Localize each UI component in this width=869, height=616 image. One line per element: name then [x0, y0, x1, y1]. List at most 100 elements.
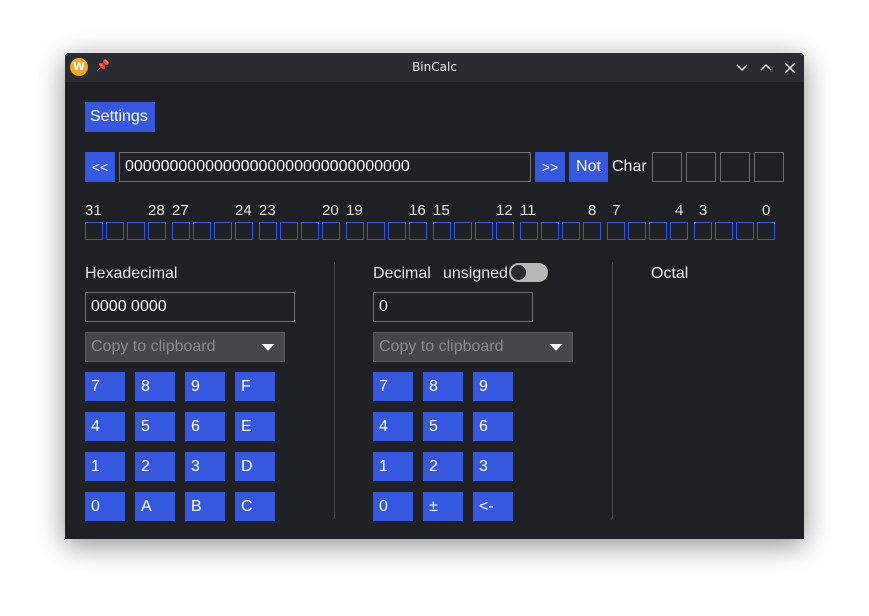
hex-key-r1c0[interactable]: 4 [85, 412, 125, 441]
title-bar: W 📌 BinCalc [65, 53, 804, 82]
unsigned-toggle[interactable] [509, 263, 548, 282]
not-button[interactable]: Not [569, 152, 608, 182]
dec-key-r0c0[interactable]: 7 [373, 372, 413, 401]
hex-key-r3c2[interactable]: B [185, 492, 225, 521]
char-field-4[interactable] [754, 152, 784, 182]
char-label: Char [612, 158, 647, 175]
bit-label-3: 3 [699, 202, 708, 219]
bit-label-20: 20 [322, 202, 339, 219]
dec-key-r1c0[interactable]: 4 [373, 412, 413, 441]
bit-label-27: 27 [172, 202, 189, 219]
dec-key-r3c1[interactable]: ± [423, 492, 463, 521]
dec-key-r2c1[interactable]: 2 [423, 452, 463, 481]
dec-key-r1c1[interactable]: 5 [423, 412, 463, 441]
divider-right [612, 262, 613, 519]
bit-label-0: 0 [762, 202, 771, 219]
bit-13-toggle[interactable] [475, 222, 493, 240]
bit-label-24: 24 [235, 202, 252, 219]
hex-key-r0c1[interactable]: 8 [135, 372, 175, 401]
binary-input[interactable]: 00000000000000000000000000000000 [119, 152, 531, 182]
bit-25-toggle[interactable] [214, 222, 232, 240]
bit-11-toggle[interactable] [520, 222, 538, 240]
bit-19-toggle[interactable] [346, 222, 364, 240]
bit-21-toggle[interactable] [301, 222, 319, 240]
bit-29-toggle[interactable] [127, 222, 145, 240]
hex-key-r2c0[interactable]: 1 [85, 452, 125, 481]
bit-label-23: 23 [259, 202, 276, 219]
hex-key-r2c1[interactable]: 2 [135, 452, 175, 481]
bit-label-7: 7 [612, 202, 621, 219]
window-title: BinCalc [412, 60, 457, 74]
hex-title: Hexadecimal [85, 265, 178, 282]
bit-16-toggle[interactable] [409, 222, 427, 240]
bit-6-toggle[interactable] [628, 222, 646, 240]
bit-5-toggle[interactable] [649, 222, 667, 240]
bit-17-toggle[interactable] [388, 222, 406, 240]
bit-30-toggle[interactable] [106, 222, 124, 240]
bit-1-toggle[interactable] [736, 222, 754, 240]
bit-10-toggle[interactable] [541, 222, 559, 240]
chevron-down-icon [262, 344, 274, 351]
bit-label-12: 12 [496, 202, 513, 219]
bit-22-toggle[interactable] [280, 222, 298, 240]
unsigned-label: unsigned [443, 265, 508, 282]
hex-dropdown-label: Copy to clipboard [91, 338, 216, 355]
dec-key-r3c2[interactable]: <- [473, 492, 513, 521]
dec-key-r1c2[interactable]: 6 [473, 412, 513, 441]
shift-right-button[interactable]: >> [535, 152, 565, 182]
dec-key-r2c2[interactable]: 3 [473, 452, 513, 481]
bit-3-toggle[interactable] [694, 222, 712, 240]
decimal-input[interactable]: 0 [373, 292, 533, 322]
settings-button[interactable]: Settings [85, 102, 155, 132]
hex-key-r2c3[interactable]: D [235, 452, 275, 481]
bit-label-31: 31 [85, 202, 102, 219]
maximize-icon[interactable] [758, 60, 774, 76]
bit-0-toggle[interactable] [757, 222, 775, 240]
bit-7-toggle[interactable] [607, 222, 625, 240]
hex-input[interactable]: 0000 0000 [85, 292, 295, 322]
char-field-2[interactable] [686, 152, 716, 182]
bit-23-toggle[interactable] [259, 222, 277, 240]
octal-title: Octal [651, 265, 689, 282]
bit-20-toggle[interactable] [322, 222, 340, 240]
hex-key-r2c2[interactable]: 3 [185, 452, 225, 481]
char-field-3[interactable] [720, 152, 750, 182]
hex-key-r0c3[interactable]: F [235, 372, 275, 401]
dec-key-r0c2[interactable]: 9 [473, 372, 513, 401]
close-icon[interactable] [782, 60, 798, 76]
bit-8-toggle[interactable] [583, 222, 601, 240]
bit-18-toggle[interactable] [367, 222, 385, 240]
bit-31-toggle[interactable] [85, 222, 103, 240]
hex-key-r3c1[interactable]: A [135, 492, 175, 521]
bit-27-toggle[interactable] [172, 222, 190, 240]
bit-15-toggle[interactable] [433, 222, 451, 240]
hex-key-r1c1[interactable]: 5 [135, 412, 175, 441]
main-content: Settings << 0000000000000000000000000000… [65, 82, 804, 539]
dec-copy-dropdown[interactable]: Copy to clipboard [373, 332, 573, 362]
hex-key-r1c3[interactable]: E [235, 412, 275, 441]
dec-dropdown-label: Copy to clipboard [379, 338, 504, 355]
toggle-knob [511, 265, 526, 280]
minimize-icon[interactable] [734, 60, 750, 76]
bit-28-toggle[interactable] [148, 222, 166, 240]
shift-left-button[interactable]: << [85, 152, 115, 182]
hex-key-r3c0[interactable]: 0 [85, 492, 125, 521]
bit-2-toggle[interactable] [715, 222, 733, 240]
dec-key-r0c1[interactable]: 8 [423, 372, 463, 401]
dec-key-r2c0[interactable]: 1 [373, 452, 413, 481]
hex-key-r3c3[interactable]: C [235, 492, 275, 521]
bit-label-16: 16 [409, 202, 426, 219]
bit-9-toggle[interactable] [562, 222, 580, 240]
bit-12-toggle[interactable] [496, 222, 514, 240]
dec-key-r3c0[interactable]: 0 [373, 492, 413, 521]
bit-label-4: 4 [675, 202, 684, 219]
bit-24-toggle[interactable] [235, 222, 253, 240]
bit-14-toggle[interactable] [454, 222, 472, 240]
hex-key-r1c2[interactable]: 6 [185, 412, 225, 441]
bit-26-toggle[interactable] [193, 222, 211, 240]
bit-4-toggle[interactable] [670, 222, 688, 240]
hex-copy-dropdown[interactable]: Copy to clipboard [85, 332, 285, 362]
hex-key-r0c0[interactable]: 7 [85, 372, 125, 401]
char-field-1[interactable] [652, 152, 682, 182]
hex-key-r0c2[interactable]: 9 [185, 372, 225, 401]
